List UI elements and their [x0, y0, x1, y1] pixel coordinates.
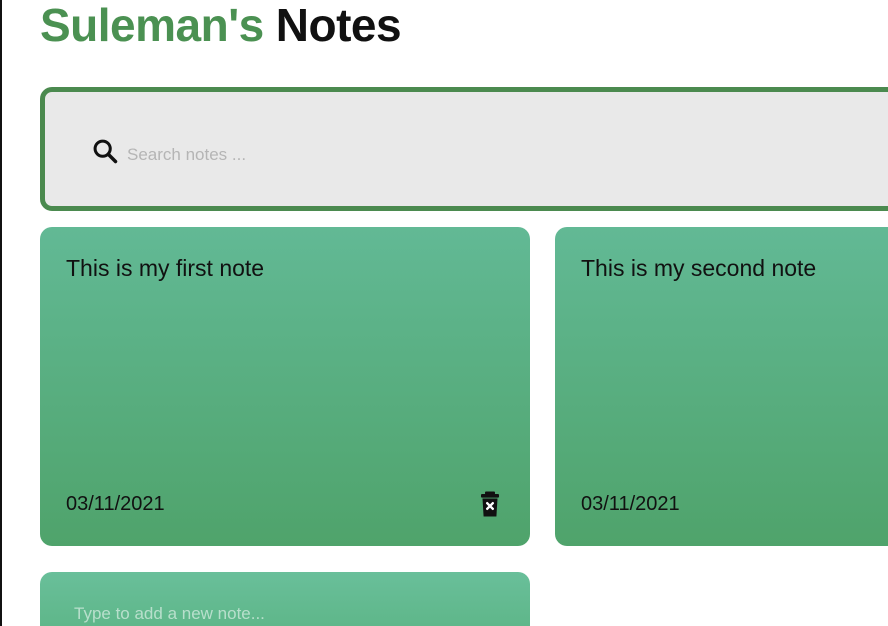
- note-date: 03/11/2021: [66, 493, 165, 515]
- brand-name: Suleman's: [40, 0, 264, 51]
- search-input[interactable]: [125, 142, 629, 168]
- window-edge: [0, 0, 2, 626]
- title-word: Notes: [275, 0, 402, 51]
- trash-icon[interactable]: [480, 491, 500, 517]
- notes-app: Suleman's Notes This is my first note 03…: [0, 0, 888, 626]
- new-note-input[interactable]: [72, 600, 496, 626]
- page-title: Suleman's Notes: [40, 0, 402, 55]
- note-text: This is my first note: [66, 255, 265, 281]
- note-text: This is my second note: [581, 255, 817, 281]
- note-date: 03/11/2021: [581, 493, 680, 515]
- note-card[interactable]: This is my first note 03/11/2021: [40, 227, 530, 546]
- search-bar[interactable]: [40, 87, 888, 211]
- note-card[interactable]: This is my second note 03/11/2021: [555, 227, 888, 546]
- search-icon: [93, 139, 118, 164]
- new-note-card[interactable]: [40, 572, 530, 626]
